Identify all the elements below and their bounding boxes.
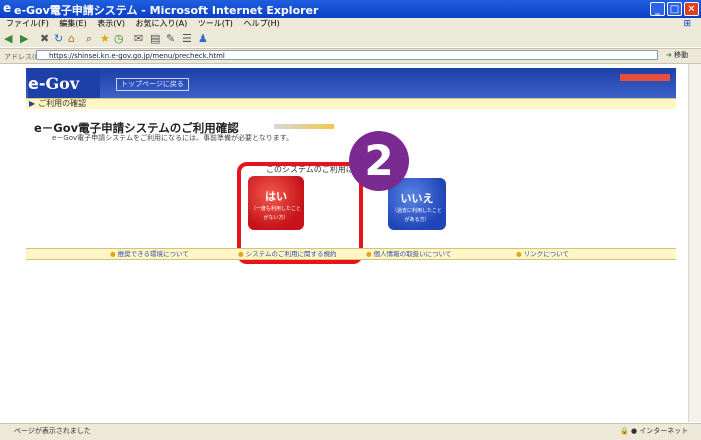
menu-help[interactable]: ヘルプ(H) [243, 19, 279, 28]
address-bar: アドレス(D) https://shinsei.kn.e-gov.go.jp/m… [0, 48, 701, 64]
title-bar: e e-Gov電子申請システム - Microsoft Internet Exp… [0, 0, 701, 18]
footer-link-bar: ● 推奨できる環境について ● システムのご利用に関する規約 ● 個人情報の取扱いにつ… [26, 248, 676, 260]
no-button-note-2: がある方） [404, 217, 430, 223]
refresh-icon[interactable]: ↻ [54, 32, 63, 45]
no-button[interactable]: いいえ （過去に利用したこと がある方） [388, 178, 446, 230]
egov-logo[interactable]: e-Gov [28, 70, 100, 98]
internet-icon: ● [630, 427, 638, 435]
menu-bar: ファイル(F) 編集(E) 表示(V) お気に入り(A) ツール(T) ヘルプ(… [0, 18, 701, 30]
footer-link-terms-label: システムのご利用に関する規約 [245, 250, 337, 258]
forward-icon[interactable]: ▶ [20, 32, 28, 45]
yes-button-label: はい [265, 190, 287, 203]
lock-icon: 🔒 [620, 427, 629, 435]
zone-label: インターネット [639, 427, 689, 435]
footer-link-links-label: リンクについて [523, 250, 569, 258]
vertical-scrollbar[interactable] [688, 64, 701, 422]
status-text: ページが表示されました [14, 427, 91, 435]
home-icon[interactable]: ⌂ [68, 32, 75, 45]
favorites-icon[interactable]: ★ [100, 32, 110, 45]
history-icon[interactable]: ◷ [114, 32, 124, 45]
breadcrumb: ▶ ご利用の確認 [26, 98, 676, 109]
yes-button-note-2: がない方） [263, 215, 289, 221]
yes-button[interactable]: はい （一度も利用したこと がない方） [248, 176, 304, 230]
page-subtitle: e－Gov電子申請システムをご利用になるには、事前準備が必要となります。 [52, 134, 294, 142]
status-bar: ページが表示されました 🔒 ● インターネット [0, 423, 701, 440]
go-arrow-icon: ➜ [666, 51, 672, 59]
messenger-icon[interactable]: ♟ [198, 32, 208, 45]
menu-tools[interactable]: ツール(T) [198, 19, 233, 28]
stop-icon[interactable]: ✖ [40, 32, 49, 45]
step-number-badge: 2 [349, 131, 409, 191]
maximize-button[interactable]: □ [667, 2, 682, 16]
zone-indicator: 🔒 ● インターネット [620, 424, 688, 439]
edit-icon[interactable]: ✎ [166, 32, 175, 45]
page-content: e-Gov トップページに戻る ▶ ご利用の確認 e－Gov電子申請システムのご利… [4, 64, 687, 422]
logo-prefix: e- [28, 74, 46, 93]
logo-gov: Gov [45, 74, 80, 93]
mail-icon[interactable]: ✉ [134, 32, 143, 45]
footer-link-links[interactable]: ● リンクについて [516, 249, 569, 259]
yes-button-note-1: （一度も利用したこと [250, 206, 301, 212]
menu-view[interactable]: 表示(V) [97, 19, 125, 28]
menu-favorites[interactable]: お気に入り(A) [136, 19, 188, 28]
window-title: e-Gov電子申請システム - Microsoft Internet Explo… [14, 4, 319, 17]
print-icon[interactable]: ▤ [150, 32, 160, 45]
footer-link-environment[interactable]: ● 推奨できる環境について [110, 249, 189, 259]
footer-link-privacy[interactable]: ● 個人情報の取扱いについて [366, 249, 451, 259]
go-label: 移動 [674, 51, 689, 59]
back-icon[interactable]: ◀ [4, 32, 12, 45]
toolbar: ◀ ▶ ✖ ↻ ⌂ ⌕ ★ ◷ ✉ ▤ ✎ ☰ ♟ [0, 30, 701, 47]
footer-link-environment-label: 推奨できる環境について [117, 250, 189, 258]
search-icon[interactable]: ⌕ [86, 32, 92, 45]
footer-link-terms[interactable]: ● システムのご利用に関する規約 [238, 249, 336, 259]
title-decoration [274, 124, 334, 129]
footer-link-privacy-label: 個人情報の取扱いについて [373, 250, 452, 258]
no-button-label: いいえ [400, 192, 434, 205]
menu-file[interactable]: ファイル(F) [6, 19, 49, 28]
address-input[interactable]: https://shinsei.kn.e-gov.go.jp/menu/prec… [36, 50, 658, 60]
windows-logo-icon: ⊞ [683, 19, 691, 29]
go-button[interactable]: ➜ 移動 [666, 50, 698, 61]
minimize-button[interactable]: _ [650, 2, 665, 16]
banner-badge [620, 74, 670, 81]
close-button[interactable]: ✕ [684, 2, 699, 16]
breadcrumb-label: ご利用の確認 [38, 99, 87, 108]
no-button-note-1: （過去に利用したこと [391, 208, 442, 214]
top-page-link[interactable]: トップページに戻る [116, 78, 189, 91]
breadcrumb-arrow-icon: ▶ [29, 99, 36, 108]
discuss-icon[interactable]: ☰ [182, 32, 192, 45]
browser-window: e e-Gov電子申請システム - Microsoft Internet Exp… [0, 0, 701, 440]
menu-edit[interactable]: 編集(E) [59, 19, 86, 28]
